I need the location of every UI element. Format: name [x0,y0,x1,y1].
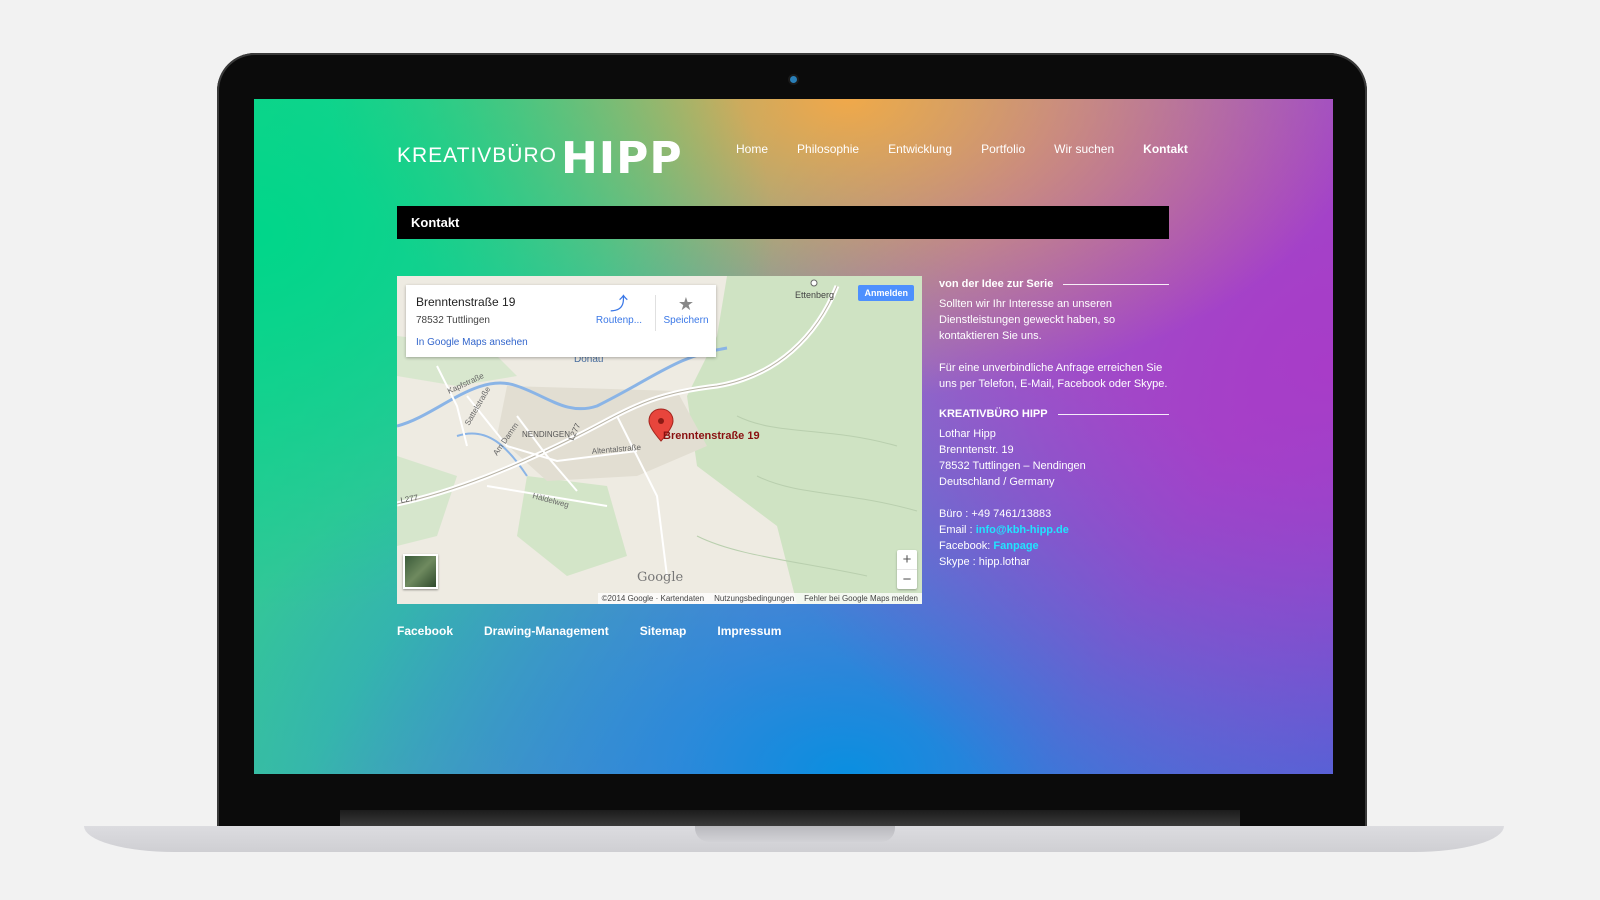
page-title: Kontakt [397,206,1169,239]
route-label: Routenp... [595,315,643,326]
address-block: Lothar Hipp Brenntenstr. 19 78532 Tuttli… [939,426,1169,490]
facebook-line: Facebook: Fanpage [939,538,1169,554]
footer-nav: Facebook Drawing-Management Sitemap Impr… [397,624,812,638]
footer-link-sitemap[interactable]: Sitemap [640,624,687,638]
nav-kontakt[interactable]: Kontakt [1143,142,1188,156]
email-link[interactable]: info@kbh-hipp.de [976,524,1069,536]
heading-rule [1063,283,1169,285]
card-title: Brenntenstraße 19 [416,295,516,309]
phone-line: Büro : +49 7461/13883 [939,508,1052,520]
place-dot [810,279,818,287]
nav-home[interactable]: Home [736,142,768,156]
directions-icon: ⤴ [610,294,628,314]
nav-entwicklung[interactable]: Entwicklung [888,142,952,156]
logo-small-text: KREATIVBÜRO [397,144,557,167]
contact-paragraph: Für eine unverbindliche Anfrage erreiche… [939,362,1168,390]
laptop-hinge [340,810,1240,826]
address-line: Brenntenstr. 19 [939,444,1014,456]
marker-label: Brenntenstraße 19 [663,430,760,442]
google-map[interactable]: Ettenberg Donau Kapfstraße Sattelstraße … [397,276,922,604]
open-in-maps-link[interactable]: In Google Maps ansehen [416,337,528,348]
heading-text: von der Idee zur Serie [939,278,1054,290]
map-info-card: Brenntenstraße 19 78532 Tuttlingen In Go… [406,285,716,357]
footer-link-drawing-management[interactable]: Drawing-Management [484,624,609,638]
contact-sidebar: von der Idee zur Serie Sollten wir Ihr I… [939,276,1169,570]
star-icon: ★ [677,294,695,314]
route-button[interactable]: ⤴ Routenp... [589,293,649,326]
terms-link[interactable]: Nutzungsbedingungen [714,594,794,603]
map-label-ettenberg: Ettenberg [795,290,834,300]
address-line: 78532 Tuttlingen – Nendingen [939,460,1086,472]
map-pin-dot [658,418,664,424]
heading-text: KREATIVBÜRO HIPP [939,408,1048,420]
map-attribution: ©2014 Google · Kartendaten Nutzungsbedin… [597,593,922,604]
signin-button[interactable]: Anmelden [858,285,914,301]
footer-link-impressum[interactable]: Impressum [717,624,781,638]
nav-portfolio[interactable]: Portfolio [981,142,1025,156]
site-logo[interactable]: KREATIVBÜRO HIPP [397,137,683,181]
sidebar-heading-2: KREATIVBÜRO HIPP [939,406,1169,422]
logo-big-text: HIPP [560,133,683,184]
email-line: Email : info@kbh-hipp.de [939,522,1169,538]
laptop-notch [695,826,895,842]
google-logo: Google [637,570,684,585]
map-copyright: ©2014 Google · Kartendaten [601,594,705,603]
map-label-nendingen: NENDINGEN [522,430,570,439]
card-subtitle: 78532 Tuttlingen [416,315,490,326]
zoom-control: + − [897,550,917,589]
camera-icon [790,76,797,83]
zoom-in-button[interactable]: + [897,550,917,569]
zoom-out-button[interactable]: − [897,570,917,589]
website-screen: KREATIVBÜRO HIPP Home Philosophie Entwic… [254,99,1333,774]
heading-rule [1057,413,1169,415]
sidebar-heading-1: von der Idee zur Serie [939,276,1169,292]
skype-line: Skype : hipp.lothar [939,556,1031,568]
address-line: Lothar Hipp [939,428,996,440]
facebook-fanpage-link[interactable]: Fanpage [993,540,1038,552]
intro-paragraph: Sollten wir Ihr Interesse an unseren Die… [939,298,1116,342]
nav-wir-suchen[interactable]: Wir suchen [1054,142,1114,156]
address-line: Deutschland / Germany [939,476,1055,488]
nav-philosophie[interactable]: Philosophie [797,142,859,156]
save-label: Speichern [663,315,709,326]
report-error-link[interactable]: Fehler bei Google Maps melden [804,594,918,603]
facebook-label: Facebook: [939,540,994,552]
email-label: Email : [939,524,976,536]
satellite-toggle[interactable] [403,554,438,589]
footer-link-facebook[interactable]: Facebook [397,624,453,638]
main-nav: Home Philosophie Entwicklung Portfolio W… [736,142,1217,156]
save-button[interactable]: ★ Speichern [656,293,716,326]
